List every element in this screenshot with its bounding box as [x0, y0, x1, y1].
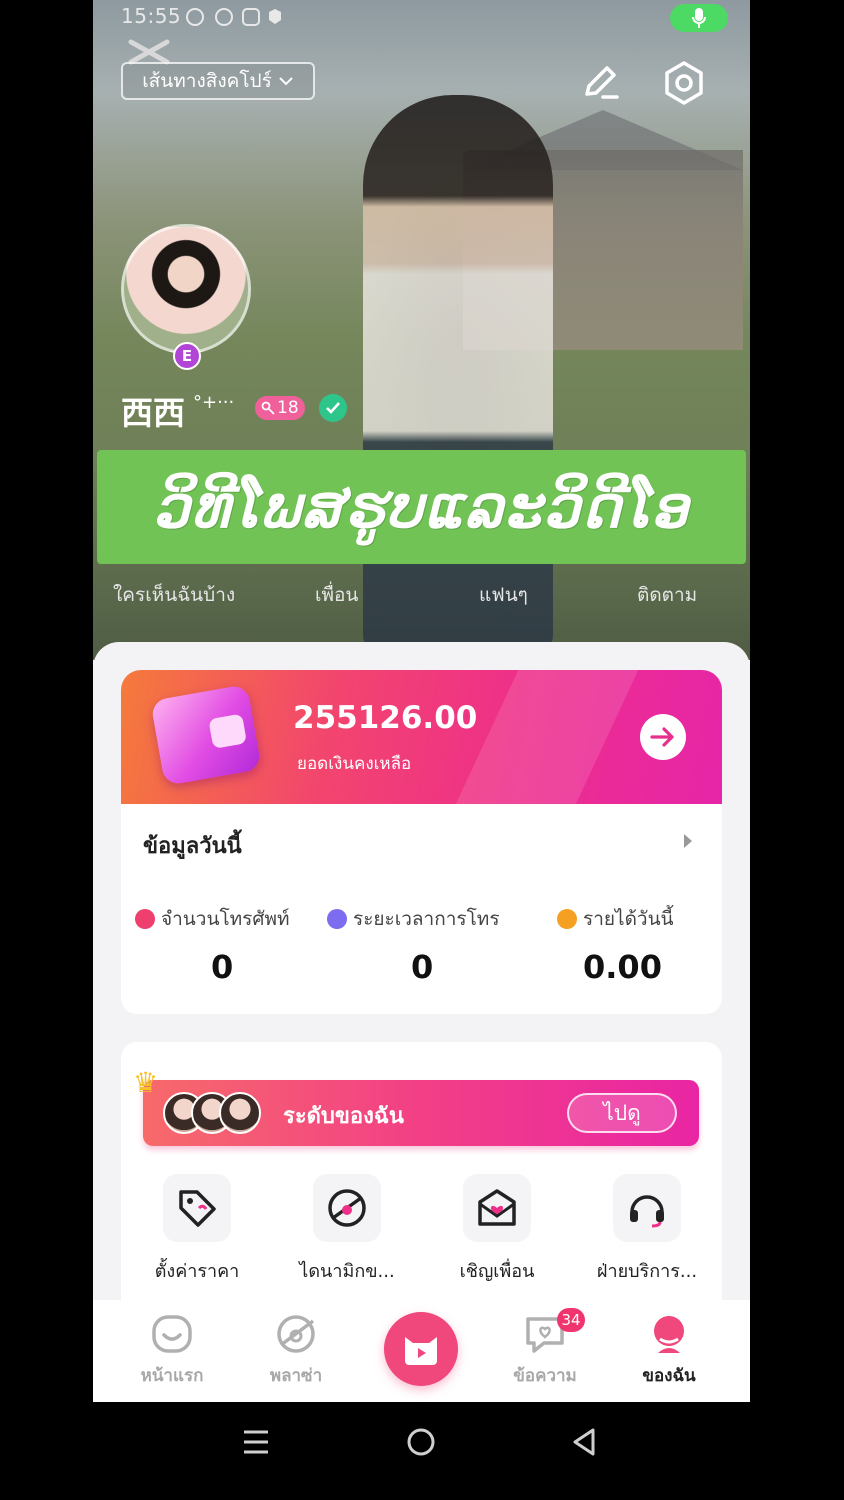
invite-icon [463, 1174, 531, 1242]
settings-button[interactable] [661, 60, 705, 105]
metric-label: ระยะเวลาการโทร [353, 908, 500, 930]
stat-visitors[interactable]: ใครเห็นฉันบ้าง [113, 580, 235, 610]
recent-apps-button[interactable] [236, 1424, 276, 1460]
status-time: 15:55 [121, 4, 182, 28]
profile-stats: ใครเห็นฉันบ้าง เพื่อน แฟนๆ ติดตาม [93, 580, 750, 610]
nav-messages-label: ข้อความ [513, 1366, 577, 1386]
metric-income-today: รายได้วันนี้ 0.00 [557, 904, 750, 986]
edit-icon [585, 66, 619, 99]
nav-mine[interactable]: ของฉัน [619, 1312, 719, 1389]
crown-icon: ♛ [133, 1066, 159, 1099]
key-icon [261, 401, 275, 415]
wallet-arrow-button[interactable] [640, 714, 686, 760]
user-level-badge: 18 [255, 396, 305, 420]
nav-home-label: หน้าแรก [140, 1366, 204, 1386]
home-smile-icon [150, 1312, 194, 1356]
avatar[interactable] [121, 224, 251, 354]
nav-home[interactable]: หน้าแรก [122, 1312, 222, 1389]
tool-label: ตั้งค่าราคา [154, 1261, 240, 1282]
wallet-icon [150, 684, 262, 786]
metric-value: 0.00 [583, 948, 662, 986]
arrow-right-icon [650, 727, 674, 747]
tool-set-price[interactable]: ตั้งค่าราคา [127, 1174, 267, 1285]
metric-value: 0 [411, 948, 434, 986]
stat-friends[interactable]: เพื่อน [315, 580, 358, 610]
mic-active-indicator [670, 4, 728, 32]
metric-call-count: จำนวนโทรศัพท์ 0 [135, 904, 335, 986]
wallet-balance-label: ยอดเงินคงเหลือ [297, 754, 412, 774]
level-avatars [163, 1092, 263, 1136]
tool-customer-service[interactable]: ฝ่ายบริการ... [577, 1174, 717, 1285]
nav-messages[interactable]: 34 ข้อความ [495, 1308, 595, 1389]
chevron-right-icon[interactable] [684, 834, 692, 848]
my-level-label: ระดับของฉัน [283, 1104, 404, 1129]
cover-person [363, 95, 553, 655]
plaza-icon [274, 1312, 318, 1356]
metric-value: 0 [211, 948, 234, 986]
settings-icon [665, 61, 703, 105]
system-nav-bar [0, 1402, 844, 1500]
nav-plaza-label: พลาซ่า [269, 1366, 323, 1386]
wallet-balance: 255126.00 [293, 700, 478, 736]
edit-profile-button[interactable] [579, 60, 623, 104]
messages-unread-badge: 34 [557, 1308, 585, 1332]
chevron-down-icon [279, 77, 293, 86]
metric-label: จำนวนโทรศัพท์ [161, 908, 290, 930]
back-triangle-icon [573, 1428, 595, 1456]
stat-following[interactable]: ติดตาม [637, 580, 697, 610]
user-level-number: 18 [277, 398, 299, 418]
profile-icon [647, 1312, 691, 1356]
my-level-bar[interactable]: ♛ ระดับของฉัน ไปดู [133, 1066, 699, 1146]
headset-icon [613, 1174, 681, 1242]
clock-icon [327, 909, 347, 929]
verified-icon [319, 394, 347, 422]
nav-mine-label: ของฉัน [642, 1366, 696, 1386]
route-label: เส้นทางสิงคโปร์ [142, 70, 272, 92]
username-suffix: °+··· [193, 392, 235, 413]
metric-label: รายได้วันนี้ [583, 908, 674, 930]
tool-label: ฝ่ายบริการ... [596, 1261, 698, 1282]
metric-call-duration: ระยะเวลาการโทร 0 [327, 904, 527, 986]
coin-icon [557, 909, 577, 929]
price-tag-icon [163, 1174, 231, 1242]
today-stats-card: ข้อมูลวันนี้ จำนวนโทรศัพท์ 0 ระยะเวลาการ… [121, 804, 722, 1014]
avatar-badge: E [173, 342, 201, 370]
nav-center-button[interactable] [384, 1312, 458, 1386]
bottom-nav: หน้าแรก พลาซ่า 34 ข้อความ ของฉัน [93, 1300, 750, 1402]
level-tools-card: ♛ ระดับของฉัน ไปดู ตั้งค่าราคา ไดนามิกข.… [121, 1042, 722, 1342]
cat-play-icon [405, 1337, 437, 1365]
home-button[interactable] [401, 1424, 441, 1460]
nav-plaza[interactable]: พลาซ่า [246, 1312, 346, 1389]
back-button[interactable] [565, 1424, 605, 1460]
username: 西西 [121, 394, 186, 432]
tool-invite-friends[interactable]: เชิญเพื่อน [427, 1174, 567, 1285]
circle-home-icon [407, 1428, 435, 1456]
dynamics-icon [313, 1174, 381, 1242]
mic-icon [692, 8, 706, 28]
overlay-caption-banner: ວິທີໂພສຮູບແລະວິດີໂອ [97, 450, 746, 564]
tool-label: ไดนามิกข... [299, 1261, 395, 1282]
tool-label: เชิญเพื่อน [459, 1261, 535, 1282]
phone-icon [135, 909, 155, 929]
app-window: 15:55 เส้นทางสิงคโปร์ E 西西 °+··· 18 ວິທີ… [93, 0, 750, 1402]
screen: 15:55 เส้นทางสิงคโปร์ E 西西 °+··· 18 ວິທີ… [0, 0, 844, 1500]
wallet-card[interactable]: 255126.00 ยอดเงินคงเหลือ [121, 670, 722, 804]
status-notification-icons [185, 6, 295, 32]
menu-icon [244, 1430, 268, 1454]
route-selector-button[interactable]: เส้นทางสิงคโปร์ [121, 62, 315, 100]
today-title: ข้อมูลวันนี้ [143, 834, 242, 859]
tool-dynamics[interactable]: ไดนามิกข... [277, 1174, 417, 1285]
stat-fans[interactable]: แฟนๆ [479, 580, 528, 610]
view-level-button[interactable]: ไปดู [567, 1093, 677, 1133]
